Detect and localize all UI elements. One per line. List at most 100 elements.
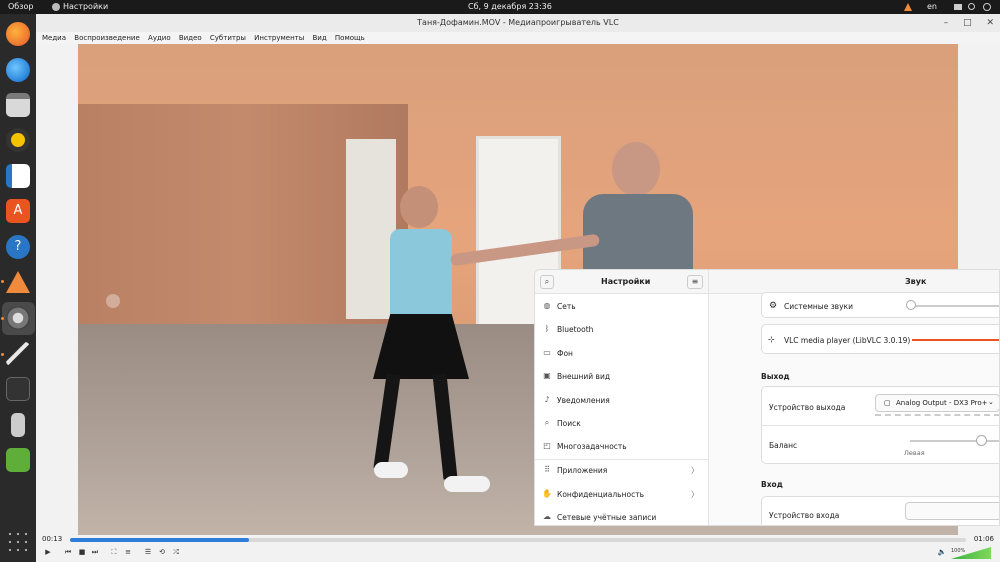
appearance-icon: ▣	[543, 371, 551, 380]
extended-settings-icon[interactable]: ≡	[122, 546, 134, 558]
writer-icon[interactable]	[6, 164, 30, 188]
gear-icon: ⚙	[769, 301, 778, 311]
sidebar-item-background[interactable]: ▭ Фон	[535, 342, 709, 365]
settings-sidebar: ⌕ Настройки ≡ ◍ Сеть ᛒ Bluetooth ▭ Фон ▣ Вне…	[535, 270, 709, 525]
menu-tools[interactable]: Инструменты	[254, 32, 304, 44]
system-monitor-icon[interactable]	[6, 377, 30, 401]
next-icon[interactable]: ⏭	[89, 546, 101, 558]
page-title: Звук	[905, 277, 927, 286]
sidebar-item-search[interactable]: ⌕ Поиск	[535, 412, 709, 435]
door-reflection	[346, 139, 396, 319]
overview-button[interactable]: Обзор	[8, 2, 33, 11]
output-section-title: Выход	[761, 372, 790, 381]
previous-icon[interactable]: ⏮	[62, 546, 74, 558]
active-app-label[interactable]: Настройки	[63, 2, 108, 11]
time-total: 01:06	[973, 535, 994, 543]
bluetooth-icon: ᛒ	[544, 324, 550, 333]
menu-playback[interactable]: Воспроизведение	[74, 32, 140, 44]
sidebar-item-apps[interactable]: ⠿ Приложения 〉	[535, 459, 709, 482]
menu-video[interactable]: Видео	[179, 32, 202, 44]
balance-left-label: Левая	[904, 449, 925, 457]
maximize-icon[interactable]: □	[963, 18, 972, 28]
system-sounds-slider[interactable]	[912, 305, 999, 307]
trash-icon[interactable]	[6, 448, 30, 472]
thunderbird-icon[interactable]	[6, 58, 30, 82]
dancer-shirt	[390, 229, 452, 324]
sidebar-item-appearance[interactable]: ▣ Внешний вид	[535, 365, 709, 388]
vlc-stream-icon: ⊹	[768, 335, 775, 344]
volume-tray-icon[interactable]	[968, 3, 975, 10]
output-level-indicator	[875, 414, 999, 416]
system-sounds-slider-handle[interactable]	[906, 300, 916, 310]
menu-media[interactable]: Медиа	[42, 32, 66, 44]
output-device-value: Analog Output - DX3 Pro+	[896, 399, 988, 407]
search-icon: ⌕	[544, 418, 550, 427]
settings-icon[interactable]	[6, 306, 30, 330]
usb-drive-icon[interactable]	[11, 413, 25, 437]
wall-light-reflection	[106, 294, 120, 308]
playlist-icon[interactable]: ☰	[142, 546, 154, 558]
firefox-icon[interactable]	[6, 22, 30, 46]
balance-label: Баланс	[769, 441, 798, 450]
seek-bar-fill	[70, 538, 250, 542]
background-icon: ▭	[543, 348, 551, 357]
vlc-icon[interactable]	[6, 271, 30, 293]
vlc-stream-slider[interactable]	[912, 339, 999, 341]
sidebar-header: ⌕ Настройки ≡	[535, 270, 708, 294]
vlc-menubar: Медиа Воспроизведение Аудио Видео Субтит…	[36, 32, 1000, 44]
language-indicator[interactable]: en	[927, 2, 937, 11]
speaker-icon: ▢	[884, 399, 891, 407]
menu-view[interactable]: Вид	[312, 32, 326, 44]
dock: A ?	[0, 14, 36, 562]
vlc-tray-icon[interactable]	[904, 3, 912, 11]
power-icon[interactable]	[983, 3, 991, 11]
input-device-select[interactable]	[905, 502, 999, 520]
rhythmbox-icon[interactable]	[6, 128, 30, 152]
fullscreen-icon[interactable]: ⛶	[108, 546, 120, 558]
stop-icon[interactable]: ■	[76, 546, 88, 558]
minimize-icon[interactable]: –	[944, 18, 949, 28]
man-head	[612, 142, 660, 196]
vlc-stream-label: VLC media player (LibVLC 3.0.19)	[784, 336, 911, 345]
system-sounds-label: Системные звуки	[784, 302, 853, 311]
menu-subtitles[interactable]: Субтитры	[210, 32, 246, 44]
drawing-icon[interactable]	[6, 342, 30, 366]
output-device-select[interactable]: ▢ Analog Output - DX3 Pro+ ⌄	[875, 394, 999, 412]
main-header: Звук	[709, 270, 999, 294]
apps-icon: ⠿	[544, 465, 550, 474]
clock[interactable]: Сб, 9 декабря 23:36	[468, 2, 552, 11]
mute-icon[interactable]: 🔈	[936, 546, 948, 558]
network-icon[interactable]	[954, 4, 962, 10]
dancer-shoe-right	[444, 476, 490, 492]
sidebar-item-network[interactable]: ◍ Сеть	[535, 295, 709, 318]
dancer-head	[400, 186, 438, 228]
chevron-right-icon: 〉	[691, 466, 699, 475]
files-icon[interactable]	[6, 93, 30, 117]
balance-slider-handle[interactable]	[976, 435, 987, 446]
shuffle-icon[interactable]: ⤮	[170, 546, 182, 558]
sidebar-item-notifications[interactable]: ♪ Уведомления	[535, 389, 709, 412]
settings-running-dot	[1, 317, 4, 320]
app-center-icon[interactable]: A	[6, 199, 30, 223]
search-button[interactable]: ⌕	[540, 275, 554, 289]
seek-bar[interactable]	[70, 538, 966, 542]
sidebar-item-multitasking[interactable]: ◰ Многозадачность	[535, 435, 709, 458]
bell-icon: ♪	[544, 395, 550, 404]
volume-percent: 100%	[951, 548, 966, 554]
settings-main: Звук ⚙ Системные звуки ⊹ VLC media playe…	[709, 270, 999, 525]
play-icon[interactable]: ▶	[42, 546, 54, 558]
vlc-running-dot	[1, 280, 4, 283]
menu-help[interactable]: Помощь	[335, 32, 365, 44]
globe-icon: ◍	[543, 301, 551, 310]
menu-button[interactable]: ≡	[687, 275, 703, 289]
loop-icon[interactable]: ⟲	[156, 546, 168, 558]
vlc-stream-row: ⊹ VLC media player (LibVLC 3.0.19)	[761, 324, 999, 354]
show-apps-icon[interactable]	[6, 530, 30, 554]
sidebar-item-bluetooth[interactable]: ᛒ Bluetooth	[535, 318, 709, 341]
menu-audio[interactable]: Аудио	[148, 32, 171, 44]
close-icon[interactable]: ✕	[986, 18, 994, 28]
sidebar-item-online-accounts[interactable]: ☁ Сетевые учётные записи	[535, 506, 709, 525]
help-icon[interactable]: ?	[6, 235, 30, 259]
input-section-title: Вход	[761, 480, 783, 489]
sidebar-item-privacy[interactable]: ✋ Конфиденциальность 〉	[535, 483, 709, 506]
